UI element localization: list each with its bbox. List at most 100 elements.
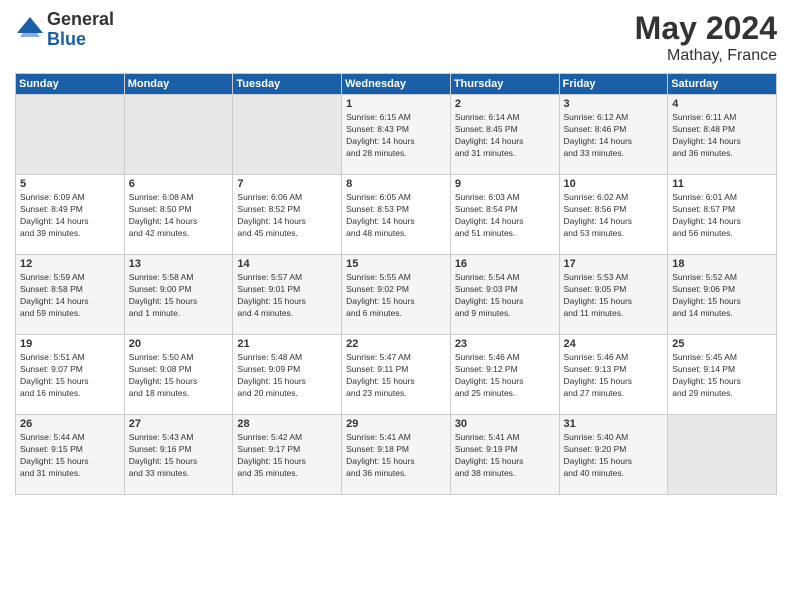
- day-number: 29: [346, 418, 446, 430]
- day-cell: 12 Sunrise: 5:59 AMSunset: 8:58 PMDayligh…: [16, 255, 125, 335]
- day-number: 20: [129, 338, 229, 350]
- title-area: May 2024 Mathay, France: [635, 10, 777, 65]
- day-info: Sunrise: 5:57 AMSunset: 9:01 PMDaylight:…: [237, 272, 337, 320]
- day-cell: 13 Sunrise: 5:58 AMSunset: 9:00 PMDayligh…: [124, 255, 233, 335]
- week-row-5: 26 Sunrise: 5:44 AMSunset: 9:15 PMDayligh…: [16, 415, 777, 495]
- day-cell: 26 Sunrise: 5:44 AMSunset: 9:15 PMDayligh…: [16, 415, 125, 495]
- day-number: 7: [237, 178, 337, 190]
- day-cell: 28Sunrise: 5:42 AMSunset: 9:17 PMDayligh…: [233, 415, 342, 495]
- day-number: 24: [564, 338, 664, 350]
- day-info: Sunrise: 6:01 AMSunset: 8:57 PMDaylight:…: [672, 192, 772, 240]
- day-info: Sunrise: 5:43 AMSunset: 9:16 PMDaylight:…: [129, 432, 229, 480]
- day-cell: 5Sunrise: 6:09 AMSunset: 8:49 PMDaylight…: [16, 175, 125, 255]
- day-number: 4: [672, 98, 772, 110]
- day-info: Sunrise: 6:03 AMSunset: 8:54 PMDaylight:…: [455, 192, 555, 240]
- col-wednesday: Wednesday: [342, 74, 451, 95]
- day-info: Sunrise: 6:06 AMSunset: 8:52 PMDaylight:…: [237, 192, 337, 240]
- day-number: 22: [346, 338, 446, 350]
- day-info: Sunrise: 5:53 AMSunset: 9:05 PMDaylight:…: [564, 272, 664, 320]
- calendar-page: General Blue May 2024 Mathay, France Sun…: [0, 0, 792, 612]
- day-cell: 4 Sunrise: 6:11 AMSunset: 8:48 PMDaylight…: [668, 95, 777, 175]
- week-row-1: 1 Sunrise: 6:15 AMSunset: 8:43 PMDaylight…: [16, 95, 777, 175]
- day-number: 9: [455, 178, 555, 190]
- day-cell: 16Sunrise: 5:54 AMSunset: 9:03 PMDayligh…: [450, 255, 559, 335]
- logo-blue-text: Blue: [47, 30, 114, 50]
- day-cell: 3Sunrise: 6:12 AMSunset: 8:46 PMDaylight…: [559, 95, 668, 175]
- calendar-table: Sunday Monday Tuesday Wednesday Thursday…: [15, 73, 777, 495]
- day-number: 26: [20, 418, 120, 430]
- day-number: 28: [237, 418, 337, 430]
- day-info: Sunrise: 6:15 AMSunset: 8:43 PMDaylight:…: [346, 112, 446, 160]
- day-cell: 11 Sunrise: 6:01 AMSunset: 8:57 PMDayligh…: [668, 175, 777, 255]
- day-info: Sunrise: 5:47 AMSunset: 9:11 PMDaylight:…: [346, 352, 446, 400]
- day-cell: 31 Sunrise: 5:40 AMSunset: 9:20 PMDayligh…: [559, 415, 668, 495]
- col-thursday: Thursday: [450, 74, 559, 95]
- day-number: 31: [564, 418, 664, 430]
- day-cell: 29 Sunrise: 5:41 AMSunset: 9:18 PMDayligh…: [342, 415, 451, 495]
- header: General Blue May 2024 Mathay, France: [15, 10, 777, 65]
- day-cell: 18Sunrise: 5:52 AMSunset: 9:06 PMDayligh…: [668, 255, 777, 335]
- day-number: 18: [672, 258, 772, 270]
- day-number: 30: [455, 418, 555, 430]
- day-cell: 8 Sunrise: 6:05 AMSunset: 8:53 PMDaylight…: [342, 175, 451, 255]
- logo: General Blue: [15, 10, 114, 50]
- day-info: Sunrise: 5:55 AMSunset: 9:02 PMDaylight:…: [346, 272, 446, 320]
- col-friday: Friday: [559, 74, 668, 95]
- day-info: Sunrise: 5:54 AMSunset: 9:03 PMDaylight:…: [455, 272, 555, 320]
- header-row: Sunday Monday Tuesday Wednesday Thursday…: [16, 74, 777, 95]
- day-cell: 15 Sunrise: 5:55 AMSunset: 9:02 PMDayligh…: [342, 255, 451, 335]
- day-number: 13: [129, 258, 229, 270]
- day-info: Sunrise: 5:51 AMSunset: 9:07 PMDaylight:…: [20, 352, 120, 400]
- day-number: 1: [346, 98, 446, 110]
- day-cell: 19Sunrise: 5:51 AMSunset: 9:07 PMDayligh…: [16, 335, 125, 415]
- day-info: Sunrise: 5:48 AMSunset: 9:09 PMDaylight:…: [237, 352, 337, 400]
- month-title: May 2024: [635, 10, 777, 47]
- day-number: 12: [20, 258, 120, 270]
- day-info: Sunrise: 5:40 AMSunset: 9:20 PMDaylight:…: [564, 432, 664, 480]
- day-number: 21: [237, 338, 337, 350]
- col-monday: Monday: [124, 74, 233, 95]
- day-cell: 27Sunrise: 5:43 AMSunset: 9:16 PMDayligh…: [124, 415, 233, 495]
- day-info: Sunrise: 6:05 AMSunset: 8:53 PMDaylight:…: [346, 192, 446, 240]
- day-info: Sunrise: 6:12 AMSunset: 8:46 PMDaylight:…: [564, 112, 664, 160]
- day-cell: 1 Sunrise: 6:15 AMSunset: 8:43 PMDaylight…: [342, 95, 451, 175]
- day-number: 15: [346, 258, 446, 270]
- logo-general-text: General: [47, 10, 114, 30]
- day-info: Sunrise: 5:50 AMSunset: 9:08 PMDaylight:…: [129, 352, 229, 400]
- day-info: Sunrise: 5:41 AMSunset: 9:18 PMDaylight:…: [346, 432, 446, 480]
- day-cell: 22 Sunrise: 5:47 AMSunset: 9:11 PMDayligh…: [342, 335, 451, 415]
- day-info: Sunrise: 5:41 AMSunset: 9:19 PMDaylight:…: [455, 432, 555, 480]
- location-title: Mathay, France: [635, 47, 777, 65]
- week-row-2: 5Sunrise: 6:09 AMSunset: 8:49 PMDaylight…: [16, 175, 777, 255]
- day-number: 6: [129, 178, 229, 190]
- day-cell: 7 Sunrise: 6:06 AMSunset: 8:52 PMDaylight…: [233, 175, 342, 255]
- week-row-3: 12 Sunrise: 5:59 AMSunset: 8:58 PMDayligh…: [16, 255, 777, 335]
- day-info: Sunrise: 6:02 AMSunset: 8:56 PMDaylight:…: [564, 192, 664, 240]
- day-number: 8: [346, 178, 446, 190]
- col-sunday: Sunday: [16, 74, 125, 95]
- day-cell: 30 Sunrise: 5:41 AMSunset: 9:19 PMDayligh…: [450, 415, 559, 495]
- day-number: 5: [20, 178, 120, 190]
- day-cell: 6Sunrise: 6:08 AMSunset: 8:50 PMDaylight…: [124, 175, 233, 255]
- day-info: Sunrise: 5:44 AMSunset: 9:15 PMDaylight:…: [20, 432, 120, 480]
- col-saturday: Saturday: [668, 74, 777, 95]
- day-info: Sunrise: 5:46 AMSunset: 9:12 PMDaylight:…: [455, 352, 555, 400]
- day-info: Sunrise: 5:46 AMSunset: 9:13 PMDaylight:…: [564, 352, 664, 400]
- day-cell: 24 Sunrise: 5:46 AMSunset: 9:13 PMDayligh…: [559, 335, 668, 415]
- day-cell: 23Sunrise: 5:46 AMSunset: 9:12 PMDayligh…: [450, 335, 559, 415]
- day-info: Sunrise: 6:14 AMSunset: 8:45 PMDaylight:…: [455, 112, 555, 160]
- day-cell: 9 Sunrise: 6:03 AMSunset: 8:54 PMDaylight…: [450, 175, 559, 255]
- day-number: 14: [237, 258, 337, 270]
- day-cell: 14 Sunrise: 5:57 AMSunset: 9:01 PMDayligh…: [233, 255, 342, 335]
- day-cell: 17Sunrise: 5:53 AMSunset: 9:05 PMDayligh…: [559, 255, 668, 335]
- day-cell: 25Sunrise: 5:45 AMSunset: 9:14 PMDayligh…: [668, 335, 777, 415]
- day-number: 11: [672, 178, 772, 190]
- day-info: Sunrise: 5:58 AMSunset: 9:00 PMDaylight:…: [129, 272, 229, 320]
- logo-icon: [15, 15, 45, 45]
- logo-text: General Blue: [47, 10, 114, 50]
- day-info: Sunrise: 5:59 AMSunset: 8:58 PMDaylight:…: [20, 272, 120, 320]
- day-info: Sunrise: 6:11 AMSunset: 8:48 PMDaylight:…: [672, 112, 772, 160]
- day-number: 2: [455, 98, 555, 110]
- day-cell: 10Sunrise: 6:02 AMSunset: 8:56 PMDayligh…: [559, 175, 668, 255]
- day-cell: [668, 415, 777, 495]
